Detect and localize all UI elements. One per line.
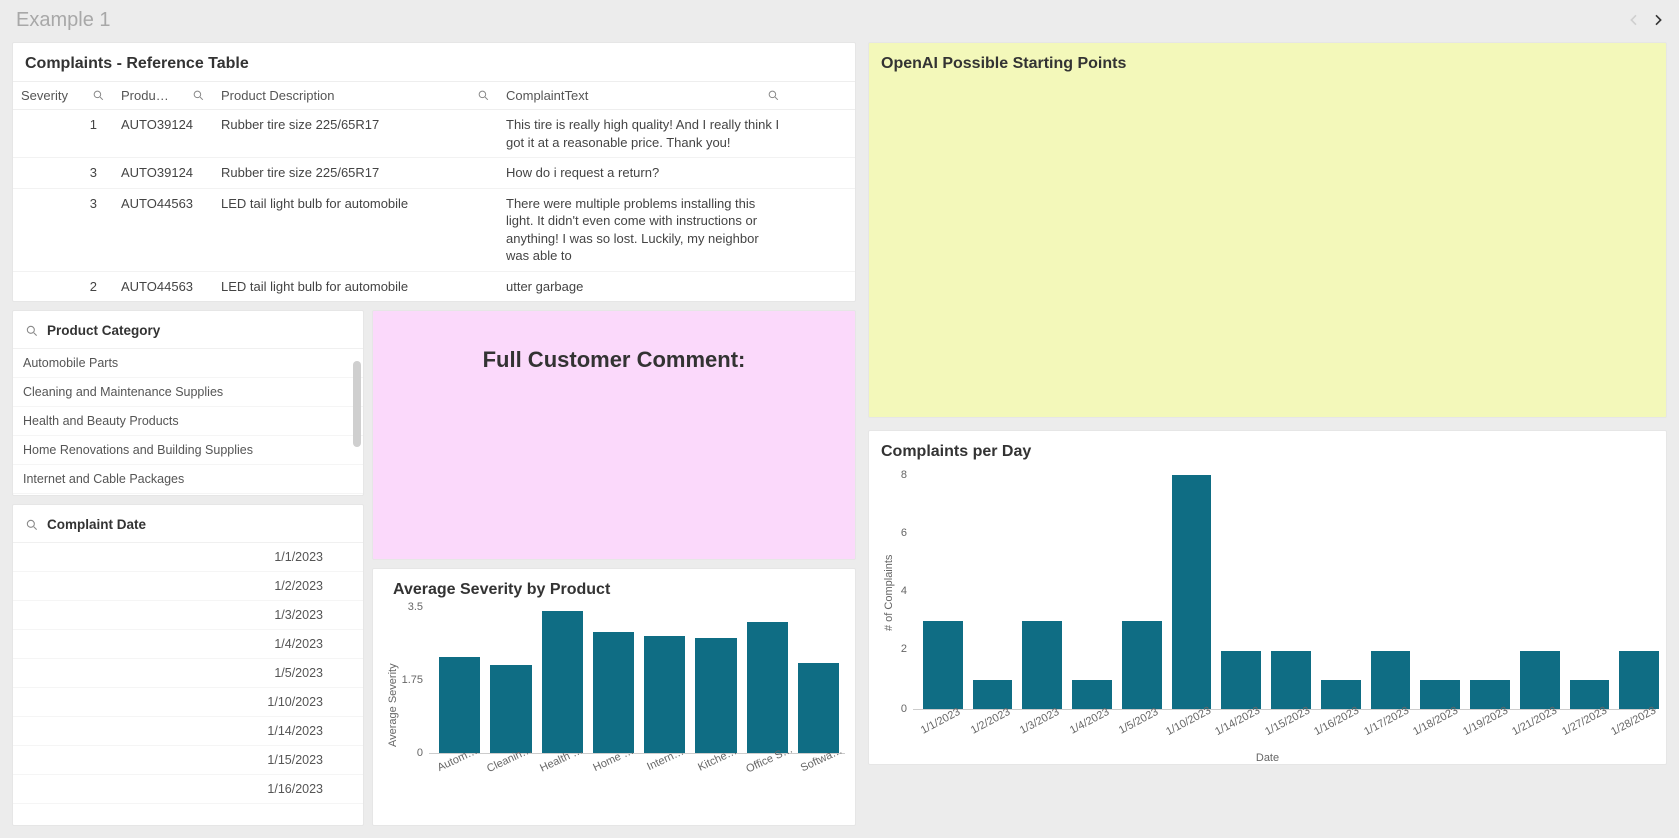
chevron-left-icon[interactable]: [1625, 11, 1643, 29]
complaints-per-day-chart: Complaints per Day # of Complaints 8 6 4…: [868, 430, 1667, 765]
search-icon[interactable]: [25, 324, 39, 338]
table-row[interactable]: 3AUTO44563LED tail light bulb for automo…: [13, 189, 855, 272]
cpd-title: Complaints per Day: [869, 431, 1666, 469]
list-item[interactable]: Automobile Parts: [13, 349, 363, 378]
scrollbar[interactable]: [353, 357, 361, 493]
complaints-reference-table: Complaints - Reference Table Severity Pr…: [12, 42, 856, 302]
cpd-xlabel: Date: [869, 752, 1666, 764]
col-header-severity[interactable]: Severity: [13, 82, 113, 109]
chart-bar[interactable]: [644, 636, 685, 753]
chart-bar[interactable]: [593, 632, 634, 753]
chart-bar[interactable]: [923, 621, 963, 709]
chart-bar[interactable]: [1271, 651, 1311, 710]
chart-bar[interactable]: [542, 611, 583, 753]
list-item[interactable]: 1/1/2023: [13, 543, 363, 572]
list-item[interactable]: Cleaning and Maintenance Supplies: [13, 378, 363, 407]
list-item[interactable]: 1/15/2023: [13, 746, 363, 775]
list-item[interactable]: 1/4/2023: [13, 630, 363, 659]
list-item[interactable]: 1/14/2023: [13, 717, 363, 746]
chart-bar[interactable]: [1172, 475, 1212, 709]
openai-title: OpenAI Possible Starting Points: [869, 43, 1666, 81]
chart-bar[interactable]: [747, 622, 788, 753]
chart-bar[interactable]: [1122, 621, 1162, 709]
complaint-date-filter: Complaint Date 1/1/20231/2/20231/3/20231…: [12, 504, 364, 826]
page-title: Example 1: [16, 9, 111, 32]
table-header: Severity Produ… Product Description Comp…: [13, 81, 855, 110]
chart-bar[interactable]: [1221, 651, 1261, 710]
list-item[interactable]: 1/5/2023: [13, 659, 363, 688]
table-row[interactable]: 3AUTO39124Rubber tire size 225/65R17How …: [13, 158, 855, 189]
severity-title: Average Severity by Product: [381, 569, 851, 607]
chart-bar[interactable]: [1371, 651, 1411, 710]
col-header-complaint[interactable]: ComplaintText: [498, 82, 788, 109]
list-item[interactable]: Home Renovations and Building Supplies: [13, 436, 363, 465]
chart-bar[interactable]: [1022, 621, 1062, 709]
chart-bar[interactable]: [439, 657, 480, 753]
ref-table-title: Complaints - Reference Table: [13, 43, 855, 81]
page-nav: [1625, 11, 1667, 29]
chart-bar[interactable]: [695, 638, 736, 753]
category-filter-title: Product Category: [47, 323, 160, 338]
col-header-product[interactable]: Produ…: [113, 82, 213, 109]
full-customer-comment: Full Customer Comment:: [372, 310, 856, 560]
search-icon[interactable]: [25, 518, 39, 532]
avg-severity-chart: Average Severity by Product Average Seve…: [372, 568, 856, 826]
search-icon[interactable]: [92, 89, 105, 102]
openai-starting-points: OpenAI Possible Starting Points: [868, 42, 1667, 418]
list-item[interactable]: Internet and Cable Packages: [13, 465, 363, 494]
list-item[interactable]: 1/10/2023: [13, 688, 363, 717]
search-icon[interactable]: [477, 89, 490, 102]
list-item[interactable]: 1/2/2023: [13, 572, 363, 601]
chart-bar[interactable]: [1520, 651, 1560, 710]
date-filter-title: Complaint Date: [47, 517, 146, 532]
chart-bar[interactable]: [490, 665, 531, 753]
chart-bar[interactable]: [1619, 651, 1659, 710]
list-item[interactable]: Health and Beauty Products: [13, 407, 363, 436]
chevron-right-icon[interactable]: [1649, 11, 1667, 29]
table-row[interactable]: 1AUTO39124Rubber tire size 225/65R17This…: [13, 110, 855, 158]
product-category-filter: Product Category Automobile PartsCleanin…: [12, 310, 364, 496]
search-icon[interactable]: [192, 89, 205, 102]
comment-title: Full Customer Comment:: [483, 347, 746, 373]
chart-bar[interactable]: [798, 663, 839, 753]
col-header-description[interactable]: Product Description: [213, 82, 498, 109]
search-icon[interactable]: [767, 89, 780, 102]
list-item[interactable]: 1/16/2023: [13, 775, 363, 804]
list-item[interactable]: 1/3/2023: [13, 601, 363, 630]
table-row[interactable]: 2AUTO44563LED tail light bulb for automo…: [13, 272, 855, 302]
